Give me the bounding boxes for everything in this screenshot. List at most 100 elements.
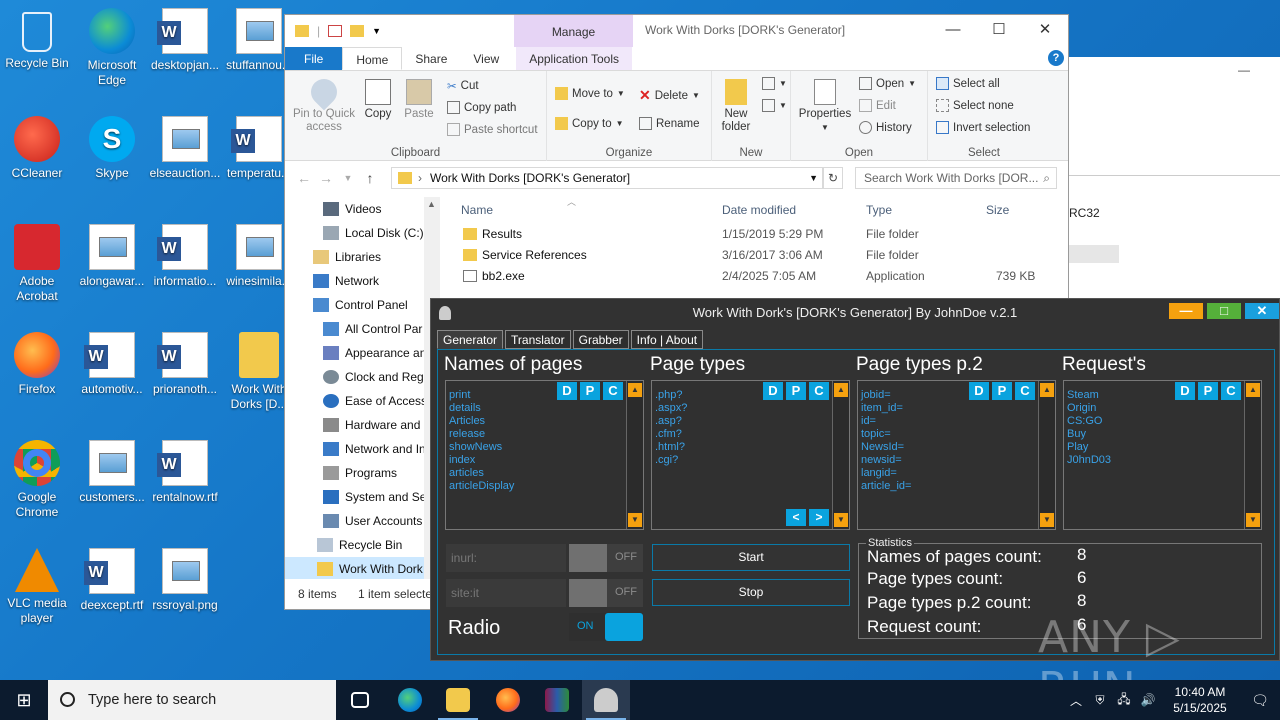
select-none-button[interactable]: Select none: [936, 99, 1014, 112]
edit-button[interactable]: Edit: [859, 99, 896, 112]
nav-item-selected[interactable]: Work With Dork: [285, 557, 440, 579]
file-row[interactable]: bb2.exe 2/4/2025 7:05 AM Application 739…: [441, 265, 1068, 286]
list-scrollbar[interactable]: ▲ ▼: [1038, 381, 1055, 529]
c-button[interactable]: C: [603, 382, 623, 400]
forward-button[interactable]: →: [315, 170, 337, 186]
scroll-up-icon[interactable]: ▲: [834, 383, 848, 397]
back-button[interactable]: ←: [293, 170, 315, 186]
taskbar-search[interactable]: Type here to search: [48, 680, 336, 720]
tab-share[interactable]: Share: [402, 47, 460, 70]
list-item[interactable]: .aspx?: [655, 402, 849, 415]
desktop-icon-doc[interactable]: deexcept.rtf: [75, 548, 149, 613]
delete-button[interactable]: ✕ Delete ▼: [639, 87, 700, 104]
chevron-up-icon[interactable]: ▲: [427, 199, 436, 209]
new-folder-icon[interactable]: [350, 25, 365, 37]
desktop-icon-edge[interactable]: Microsoft Edge: [75, 8, 149, 88]
site-toggle[interactable]: OFF: [569, 579, 643, 607]
minimize-button[interactable]: —: [930, 15, 976, 45]
new-folder-button[interactable]: New folder: [716, 79, 756, 134]
properties-icon[interactable]: [328, 25, 343, 37]
minimize-icon[interactable]: —: [1238, 63, 1250, 77]
list-item[interactable]: articles: [449, 467, 643, 480]
desktop-icon-image[interactable]: alongawar...: [75, 224, 149, 289]
p-button[interactable]: P: [580, 382, 600, 400]
inurl-toggle[interactable]: OFF: [569, 544, 643, 572]
nav-item[interactable]: System and Se: [285, 485, 440, 509]
list-item[interactable]: .asp?: [655, 415, 849, 428]
notifications-icon[interactable]: 🗨: [1240, 692, 1280, 709]
list-item[interactable]: Articles: [449, 415, 643, 428]
nav-item[interactable]: All Control Par: [285, 317, 440, 341]
list-item[interactable]: showNews: [449, 441, 643, 454]
new-item-button[interactable]: ▼: [762, 77, 787, 90]
file-row[interactable]: Results 1/15/2019 5:29 PM File folder: [441, 223, 1068, 244]
start-button[interactable]: Start: [652, 544, 850, 571]
p-button[interactable]: P: [1198, 382, 1218, 400]
names-of-pages-list[interactable]: print details Articles release showNews …: [445, 380, 644, 530]
up-button[interactable]: ↑: [359, 170, 381, 186]
desktop-icon-skype[interactable]: S Skype: [75, 116, 149, 181]
tab-view[interactable]: View: [460, 47, 512, 70]
search-input[interactable]: Search Work With Dorks [DOR... ⌕: [855, 167, 1057, 189]
properties-button[interactable]: Properties ▼: [795, 79, 855, 134]
desktop-icon-doc[interactable]: informatio...: [148, 224, 222, 289]
column-date[interactable]: Date modified: [722, 203, 796, 217]
nav-item[interactable]: Videos: [285, 197, 440, 221]
stop-button[interactable]: Stop: [652, 579, 850, 606]
desktop-icon-firefox[interactable]: Firefox: [0, 332, 74, 397]
c-button[interactable]: C: [809, 382, 829, 400]
desktop-icon-doc[interactable]: prioranoth...: [148, 332, 222, 397]
nav-item[interactable]: Network and In: [285, 437, 440, 461]
column-name[interactable]: Name: [461, 203, 493, 217]
pin-quick-access-button[interactable]: Pin to Quick access: [289, 73, 359, 134]
scroll-up-icon[interactable]: ▲: [1040, 383, 1054, 397]
desktop-icon-chrome[interactable]: Google Chrome: [0, 440, 74, 520]
copy-button[interactable]: Copy: [361, 79, 395, 121]
list-item[interactable]: NewsId=: [861, 441, 1055, 454]
scroll-down-icon[interactable]: ▼: [628, 513, 642, 527]
task-view-button[interactable]: [336, 680, 384, 720]
scroll-down-icon[interactable]: ▼: [834, 513, 848, 527]
inurl-input[interactable]: inurl:: [446, 544, 566, 572]
site-input[interactable]: site:it: [446, 579, 566, 607]
page-types-list[interactable]: .php? .aspx? .asp? .cfm? .html? .cgi? D …: [651, 380, 850, 530]
cut-button[interactable]: ✂ Cut: [447, 79, 479, 93]
list-item[interactable]: langid=: [861, 467, 1055, 480]
desktop-icon-image[interactable]: rssroyal.png: [148, 548, 222, 613]
list-item[interactable]: .cfm?: [655, 428, 849, 441]
nav-item[interactable]: Libraries: [285, 245, 440, 269]
nav-item[interactable]: Control Panel: [285, 293, 440, 317]
tab-grabber[interactable]: Grabber: [572, 330, 629, 349]
list-scrollbar[interactable]: ▲ ▼: [1244, 381, 1261, 529]
maximize-button[interactable]: □: [1207, 303, 1241, 319]
column-size[interactable]: Size: [986, 203, 1009, 217]
recent-locations-button[interactable]: ▼: [337, 173, 359, 183]
d-button[interactable]: D: [969, 382, 989, 400]
radio-toggle[interactable]: ON: [569, 613, 643, 641]
clock[interactable]: 10:40 AM 5/15/2025: [1160, 684, 1240, 716]
tab-home[interactable]: Home: [342, 47, 403, 70]
list-item[interactable]: .cgi?: [655, 454, 849, 467]
list-item[interactable]: .html?: [655, 441, 849, 454]
list-item[interactable]: newsid=: [861, 454, 1055, 467]
desktop-icon-image[interactable]: elseauction...: [148, 116, 222, 181]
column-type[interactable]: Type: [866, 203, 892, 217]
scroll-up-icon[interactable]: ▲: [1246, 383, 1260, 397]
refresh-button[interactable]: ↻: [823, 167, 843, 189]
list-item[interactable]: topic=: [861, 428, 1055, 441]
list-item[interactable]: Origin: [1067, 402, 1261, 415]
d-button[interactable]: D: [1175, 382, 1195, 400]
tab-file[interactable]: File: [285, 47, 343, 70]
chevron-up-icon[interactable]: ︿: [1064, 692, 1088, 709]
nav-item[interactable]: Appearance an: [285, 341, 440, 365]
tab-generator[interactable]: Generator: [437, 330, 504, 349]
file-row[interactable]: Service References 3/16/2017 3:06 AM Fil…: [441, 244, 1068, 265]
next-button[interactable]: >: [809, 509, 829, 526]
nav-item[interactable]: Local Disk (C:): [285, 221, 440, 245]
list-item[interactable]: index: [449, 454, 643, 467]
taskbar-dork-generator[interactable]: [582, 680, 630, 720]
close-button[interactable]: ✕: [1022, 15, 1068, 45]
taskbar-edge[interactable]: [386, 680, 434, 720]
list-item[interactable]: id=: [861, 415, 1055, 428]
scroll-down-icon[interactable]: ▼: [1246, 513, 1260, 527]
